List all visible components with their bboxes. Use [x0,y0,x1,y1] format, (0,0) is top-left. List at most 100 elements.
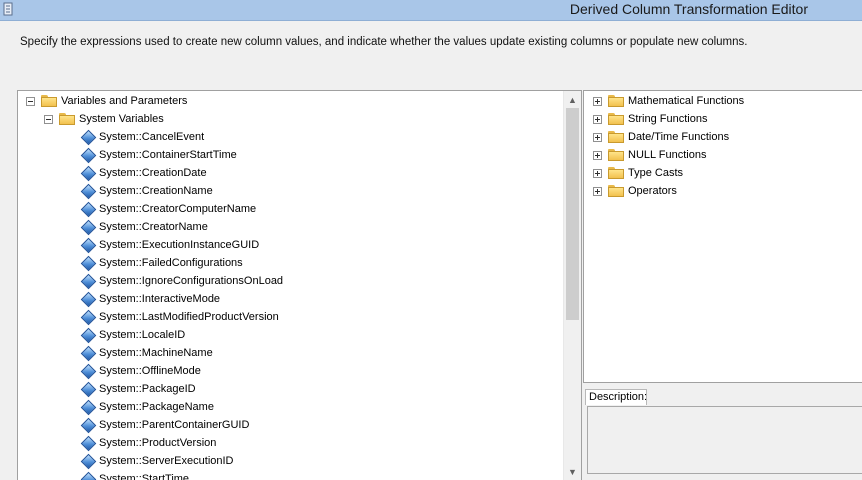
tree-item-system-variable[interactable]: System::IgnoreConfigurationsOnLoad [80,272,283,290]
tree-node-function-category[interactable]: NULL Functions [593,146,706,164]
tree-item-system-variable[interactable]: System::CreatorName [80,218,208,236]
tree-node-label: System::ProductVersion [99,437,217,449]
tree-node-label: System::ServerExecutionID [99,455,234,467]
tree-item-system-variable[interactable]: System::CancelEvent [80,128,204,146]
tree-node-label: System::PackageName [99,401,214,413]
collapse-icon[interactable] [44,114,53,124]
variable-icon [80,255,97,271]
tree-item-system-variable[interactable]: System::ContainerStartTime [80,146,237,164]
tree-node-label: System::PackageID [99,383,196,395]
tree-item-system-variable[interactable]: System::InteractiveMode [80,290,220,308]
tree-item-system-variable[interactable]: System::LocaleID [80,326,185,344]
folder-icon [608,185,624,197]
tree-node-function-category[interactable]: Mathematical Functions [593,92,744,110]
description-box [587,406,862,474]
folder-icon [59,113,75,125]
variable-icon [80,435,97,451]
variable-icon [80,129,97,145]
scroll-thumb[interactable] [566,108,579,320]
tree-node-label: System::LocaleID [99,329,186,341]
variables-scrollbar[interactable]: ▲ ▼ [563,91,581,480]
tree-item-system-variable[interactable]: System::CreatorComputerName [80,200,256,218]
folder-icon [608,113,624,125]
tree-item-system-variable[interactable]: System::MachineName [80,344,213,362]
variable-icon [80,291,97,307]
expand-icon[interactable] [593,150,602,160]
tree-node-label: System::FailedConfigurations [99,257,243,269]
tree-item-system-variable[interactable]: System::ProductVersion [80,434,216,452]
tree-node-label: System::IgnoreConfigurationsOnLoad [99,275,284,287]
tree-node-label: String Functions [628,113,708,125]
title-bar: Derived Column Transformation Editor [0,0,862,21]
tree-item-system-variable[interactable]: System::ParentContainerGUID [80,416,249,434]
tree-node-label: Operators [628,185,677,197]
expand-icon[interactable] [593,168,602,178]
tree-node-label: System::CancelEvent [99,131,205,143]
tree-node-label: System::OfflineMode [99,365,201,377]
variable-icon [80,219,97,235]
folder-icon [608,167,624,179]
tree-item-system-variable[interactable]: System::OfflineMode [80,362,201,380]
expand-icon[interactable] [593,132,602,142]
variable-icon [80,363,97,379]
variable-icon [80,345,97,361]
collapse-icon[interactable] [26,96,35,106]
tree-node-label: System::ExecutionInstanceGUID [99,239,260,251]
tree-node-function-category[interactable]: Operators [593,182,677,200]
expand-icon[interactable] [593,114,602,124]
folder-icon [608,131,624,143]
variable-icon [80,165,97,181]
tree-node-function-category[interactable]: Date/Time Functions [593,128,729,146]
tree-node-label: System::CreatorComputerName [99,203,257,215]
tree-item-system-variable[interactable]: System::FailedConfigurations [80,254,243,272]
tree-node-function-category[interactable]: Type Casts [593,164,683,182]
tree-node-label: Type Casts [628,167,684,179]
tree-node-label: System::CreationDate [99,167,207,179]
tree-item-system-variable[interactable]: System::LastModifiedProductVersion [80,308,279,326]
scroll-down-arrow-icon[interactable]: ▼ [564,463,581,480]
tree-node-label: System::CreationName [99,185,213,197]
tree-node-label: Variables and Parameters [61,95,188,107]
variable-icon [80,417,97,433]
variable-icon [80,273,97,289]
tree-node-function-category[interactable]: String Functions [593,110,707,128]
folder-icon [608,149,624,161]
tree-item-system-variable[interactable]: System::PackageID [80,380,196,398]
variable-icon [80,453,97,469]
instructions-text: Specify the expressions used to create n… [20,36,748,48]
variable-icon [80,201,97,217]
tree-node-label: System::MachineName [99,347,213,359]
tree-node-label: Date/Time Functions [628,131,730,143]
tree-node-system-variables[interactable]: System Variables [44,110,164,128]
tree-node-label: System Variables [79,113,164,125]
functions-tree-panel[interactable]: Mathematical Functions String Functions Da… [583,90,862,383]
expand-icon[interactable] [593,186,602,196]
variable-icon [80,237,97,253]
variable-icon [80,147,97,163]
tree-node-label: NULL Functions [628,149,707,161]
scroll-up-arrow-icon[interactable]: ▲ [564,91,581,108]
tree-node-label: System::LastModifiedProductVersion [99,311,279,323]
window-icon[interactable] [3,2,13,16]
tree-item-system-variable[interactable]: System::ServerExecutionID [80,452,234,470]
tree-node-variables-and-parameters[interactable]: Variables and Parameters [26,92,187,110]
tree-node-label: System::CreatorName [99,221,208,233]
folder-icon [608,95,624,107]
expand-icon[interactable] [593,96,602,106]
tree-node-label: Mathematical Functions [628,95,745,107]
tree-node-label: System::ParentContainerGUID [99,419,250,431]
variable-icon [80,327,97,343]
variable-icon [80,183,97,199]
variable-icon [80,309,97,325]
tree-item-system-variable[interactable]: System::CreationName [80,182,213,200]
variable-icon [80,399,97,415]
tree-item-system-variable[interactable]: System::ExecutionInstanceGUID [80,236,259,254]
description-label: Description: [585,389,647,405]
tree-item-system-variable[interactable]: System::CreationDate [80,164,207,182]
tree-node-label: System::InteractiveMode [99,293,221,305]
variables-tree-panel[interactable]: Variables and Parameters System Variables… [17,90,582,480]
window-title: Derived Column Transformation Editor [569,1,808,17]
folder-icon [41,95,57,107]
tree-item-system-variable[interactable]: System::PackageName [80,398,214,416]
tree-node-label: System::ContainerStartTime [99,149,237,161]
